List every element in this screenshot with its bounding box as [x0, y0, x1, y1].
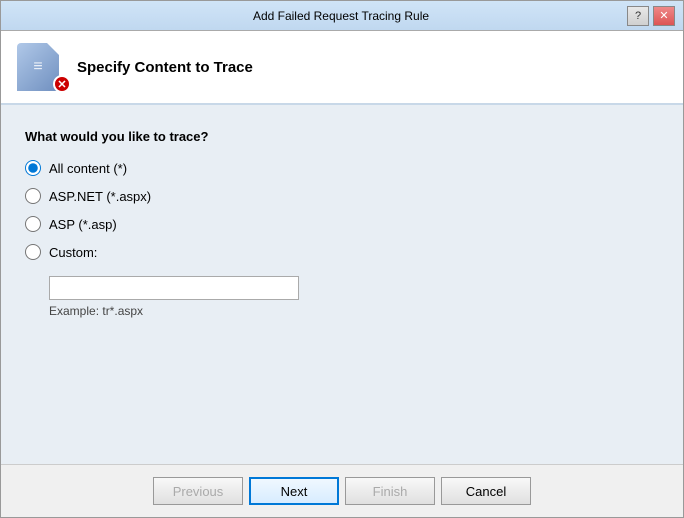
question-label: What would you like to trace?	[25, 129, 659, 144]
radio-asp[interactable]	[25, 216, 41, 232]
radio-aspnet-label: ASP.NET (*.aspx)	[49, 189, 151, 204]
close-button[interactable]: ✕	[653, 6, 675, 26]
radio-item-aspnet[interactable]: ASP.NET (*.aspx)	[25, 188, 659, 204]
radio-custom-label: Custom:	[49, 245, 97, 260]
custom-text-input[interactable]	[49, 276, 299, 300]
radio-item-all[interactable]: All content (*)	[25, 160, 659, 176]
footer: Previous Next Finish Cancel	[1, 464, 683, 517]
error-badge-icon: ✕	[53, 75, 71, 93]
window-title: Add Failed Request Tracing Rule	[55, 9, 627, 23]
radio-group: All content (*) ASP.NET (*.aspx) ASP (*.…	[25, 160, 659, 318]
page-title: Specify Content to Trace	[77, 59, 253, 76]
radio-all-label: All content (*)	[49, 161, 127, 176]
cancel-button[interactable]: Cancel	[441, 477, 531, 505]
previous-button[interactable]: Previous	[153, 477, 243, 505]
dialog-window: Add Failed Request Tracing Rule ? ✕ ✕ Sp…	[0, 0, 684, 518]
radio-aspnet[interactable]	[25, 188, 41, 204]
finish-button[interactable]: Finish	[345, 477, 435, 505]
content-area: What would you like to trace? All conten…	[1, 105, 683, 464]
next-button[interactable]: Next	[249, 477, 339, 505]
title-bar: Add Failed Request Tracing Rule ? ✕	[1, 1, 683, 31]
header-section: ✕ Specify Content to Trace	[1, 31, 683, 105]
radio-item-custom[interactable]: Custom:	[25, 244, 659, 260]
custom-input-section: Example: tr*.aspx	[49, 276, 659, 318]
help-button[interactable]: ?	[627, 6, 649, 26]
header-icon: ✕	[17, 43, 65, 91]
title-bar-buttons: ? ✕	[627, 6, 675, 26]
example-text: Example: tr*.aspx	[49, 304, 659, 318]
radio-all[interactable]	[25, 160, 41, 176]
radio-asp-label: ASP (*.asp)	[49, 217, 117, 232]
radio-item-asp[interactable]: ASP (*.asp)	[25, 216, 659, 232]
radio-custom[interactable]	[25, 244, 41, 260]
